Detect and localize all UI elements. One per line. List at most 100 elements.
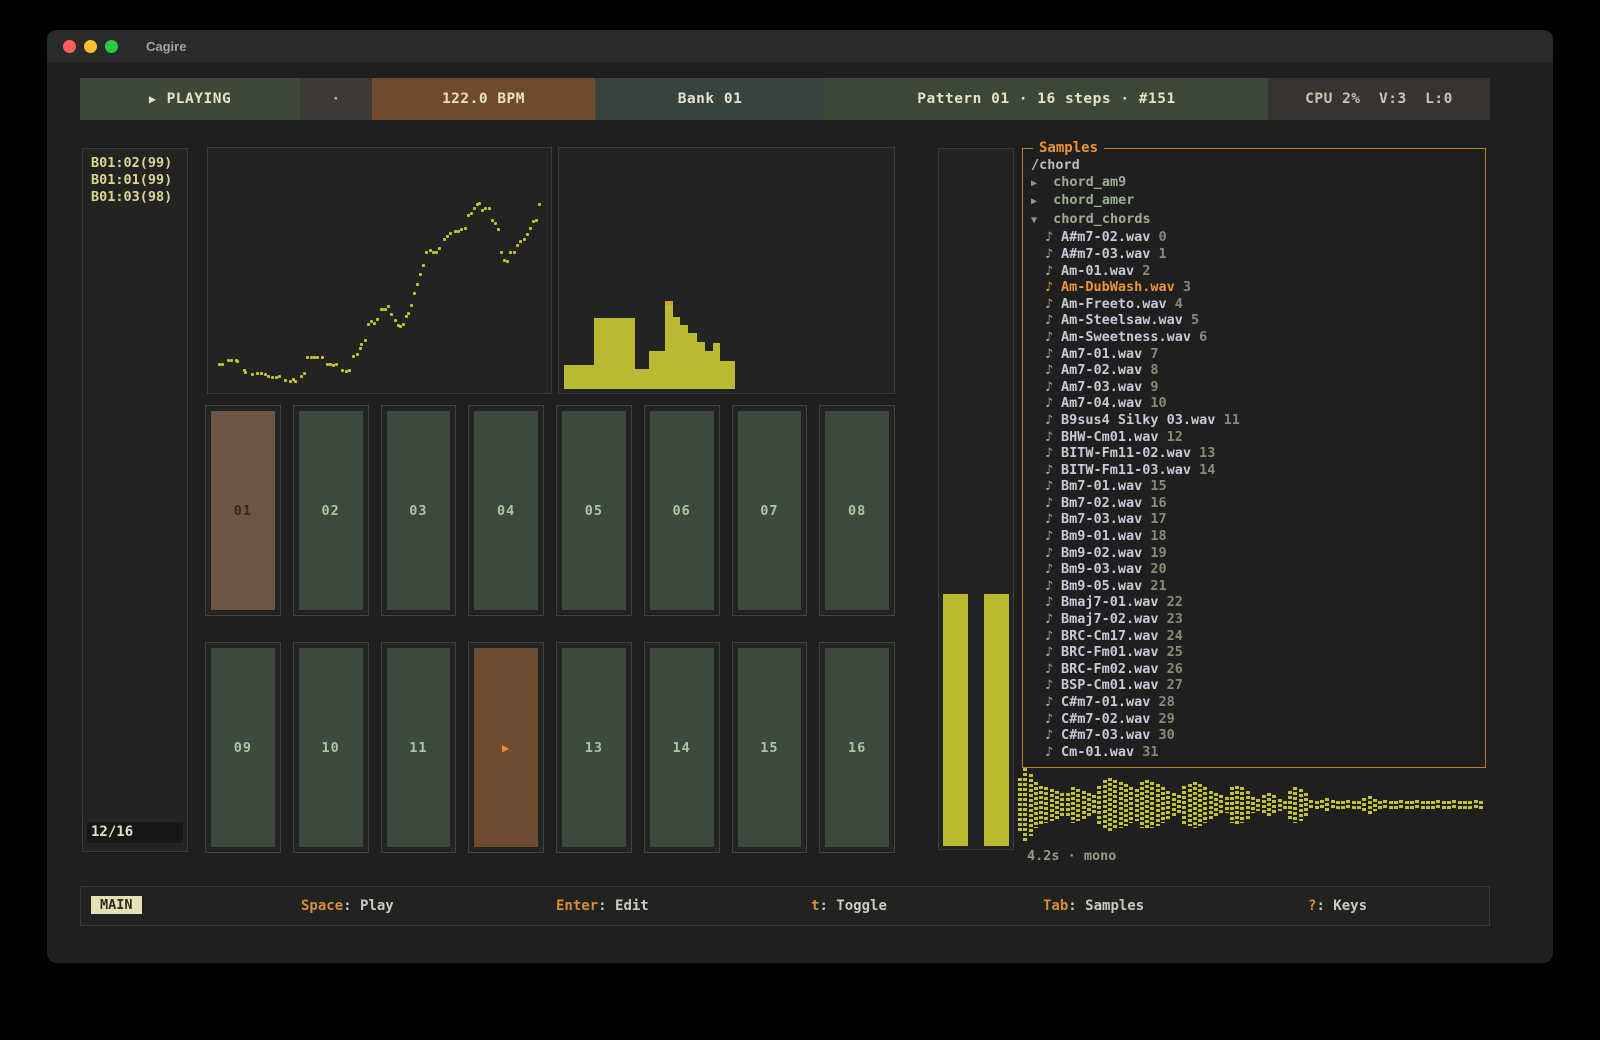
sample-file[interactable]: ♪Bmaj7-02.wav 23 xyxy=(1031,611,1485,628)
waveform-column xyxy=(1378,801,1382,809)
sample-list[interactable]: /chord▶ chord_am9▶ chord_amer▼ chord_cho… xyxy=(1023,149,1485,760)
sample-file[interactable]: ♪C#m7-02.wav 29 xyxy=(1031,711,1485,728)
pad-01[interactable]: 01 xyxy=(205,405,281,616)
sample-file[interactable]: ♪Am-Freeto.wav 4 xyxy=(1031,296,1485,313)
pad-12[interactable]: ▶ xyxy=(468,642,544,853)
voice-slot: B01:01(99) xyxy=(83,172,187,189)
pad-15[interactable]: 15 xyxy=(732,642,808,853)
sample-file[interactable]: ♪Bm7-02.wav 16 xyxy=(1031,495,1485,512)
pad-08[interactable]: 08 xyxy=(819,405,895,616)
sample-file[interactable]: ♪BSP-Cm01.wav 27 xyxy=(1031,677,1485,694)
sample-folder[interactable]: ▼ chord_chords xyxy=(1031,211,1485,230)
sample-file[interactable]: ♪Bm9-03.wav 20 xyxy=(1031,561,1485,578)
waveform-column xyxy=(1283,801,1287,809)
histogram-bars xyxy=(564,152,889,389)
zoom-window-icon[interactable] xyxy=(105,40,118,53)
sample-file[interactable]: ♪C#m7-03.wav 30 xyxy=(1031,727,1485,744)
sample-file[interactable]: ♪Bm9-02.wav 19 xyxy=(1031,545,1485,562)
file-index: 16 xyxy=(1150,495,1166,511)
pad-09[interactable]: 09 xyxy=(205,642,281,853)
file-name: C#m7-03.wav xyxy=(1061,727,1159,743)
waveform-column xyxy=(1256,799,1260,811)
sample-file[interactable]: ♪BRC-Fm01.wav 25 xyxy=(1031,644,1485,661)
waveform-column xyxy=(1044,787,1048,822)
sample-file[interactable]: ♪Bm7-03.wav 17 xyxy=(1031,511,1485,528)
sample-file[interactable]: ♪Am-01.wav 2 xyxy=(1031,263,1485,280)
waveform-column xyxy=(1426,801,1430,809)
file-index: 9 xyxy=(1150,379,1158,395)
sample-file[interactable]: ♪Am-Steelsaw.wav 5 xyxy=(1031,312,1485,329)
waveform-column xyxy=(1198,784,1202,827)
sample-file[interactable]: ♪B9sus4 Silky 03.wav 11 xyxy=(1031,412,1485,429)
pad-fill: 07 xyxy=(738,411,802,610)
sample-file[interactable]: ♪BHW-Cm01.wav 12 xyxy=(1031,429,1485,446)
pad-05[interactable]: 05 xyxy=(556,405,632,616)
bpm-display: 122.0 BPM xyxy=(372,78,595,120)
sample-file[interactable]: ♪BITW-Fm11-03.wav 14 xyxy=(1031,462,1485,479)
play-icon: ▶ xyxy=(149,92,157,106)
folder-collapsed-icon[interactable]: ▶ xyxy=(1031,194,1045,211)
music-note-icon: ♪ xyxy=(1045,445,1061,462)
file-name: BHW-Cm01.wav xyxy=(1061,429,1167,445)
pad-06[interactable]: 06 xyxy=(644,405,720,616)
pad-13[interactable]: 13 xyxy=(556,642,632,853)
waveform-column xyxy=(1267,793,1271,816)
close-window-icon[interactable] xyxy=(63,40,76,53)
folder-expanded-icon[interactable]: ▼ xyxy=(1031,213,1045,230)
scatter-point xyxy=(443,238,446,241)
file-name: A#m7-03.wav xyxy=(1061,246,1159,262)
scatter-point xyxy=(251,373,254,376)
sample-file[interactable]: ♪Bm9-05.wav 21 xyxy=(1031,578,1485,595)
sample-file[interactable]: ♪BRC-Cm17.wav 24 xyxy=(1031,628,1485,645)
music-note-icon: ♪ xyxy=(1045,429,1061,446)
pad-07[interactable]: 07 xyxy=(732,405,808,616)
file-index: 6 xyxy=(1199,329,1207,345)
sample-file[interactable]: ♪BRC-Fm02.wav 26 xyxy=(1031,661,1485,678)
music-note-icon: ♪ xyxy=(1045,578,1061,595)
scatter-point xyxy=(341,369,344,372)
sample-folder[interactable]: ▶ chord_amer xyxy=(1031,192,1485,211)
sample-file[interactable]: ♪Am7-04.wav 10 xyxy=(1031,395,1485,412)
pad-10[interactable]: 10 xyxy=(293,642,369,853)
sample-file[interactable]: ♪A#m7-02.wav 0 xyxy=(1031,229,1485,246)
waveform-column xyxy=(1219,795,1223,815)
pad-14[interactable]: 14 xyxy=(644,642,720,853)
pad-fill: 13 xyxy=(562,648,626,847)
sample-file[interactable]: ♪Cm-01.wav 31 xyxy=(1031,744,1485,761)
pad-16[interactable]: 16 xyxy=(819,642,895,853)
sample-file[interactable]: ♪Am7-03.wav 9 xyxy=(1031,379,1485,396)
scatter-point xyxy=(416,283,419,286)
sample-folder[interactable]: ▶ chord_am9 xyxy=(1031,174,1485,193)
app-window: Cagire ▶ PLAYING · 122.0 BPM Bank 01 Pat… xyxy=(47,30,1553,963)
sample-file[interactable]: ♪A#m7-03.wav 1 xyxy=(1031,246,1485,263)
sample-file[interactable]: ♪Am7-02.wav 8 xyxy=(1031,362,1485,379)
music-note-icon: ♪ xyxy=(1045,711,1061,728)
pad-02[interactable]: 02 xyxy=(293,405,369,616)
pad-03[interactable]: 03 xyxy=(381,405,457,616)
sample-file[interactable]: ♪Am7-01.wav 7 xyxy=(1031,346,1485,363)
music-note-icon: ♪ xyxy=(1045,229,1061,246)
waveform-column xyxy=(1108,778,1112,833)
sample-file[interactable]: ♪C#m7-01.wav 28 xyxy=(1031,694,1485,711)
pad-fill: 16 xyxy=(825,648,889,847)
waveform-column xyxy=(1087,793,1091,816)
file-index: 4 xyxy=(1175,296,1183,312)
waveform-column xyxy=(1161,787,1165,822)
sample-file[interactable]: ♪Am-DubWash.wav 3 xyxy=(1031,279,1485,296)
sample-file[interactable]: ♪Bm7-01.wav 15 xyxy=(1031,478,1485,495)
folder-collapsed-icon[interactable]: ▶ xyxy=(1031,176,1045,193)
scatter-point xyxy=(410,304,413,307)
sample-file[interactable]: ♪BITW-Fm11-02.wav 13 xyxy=(1031,445,1485,462)
sample-file[interactable]: ♪Bm9-01.wav 18 xyxy=(1031,528,1485,545)
waveform-column xyxy=(1436,800,1440,809)
histogram-bar xyxy=(635,369,650,389)
music-note-icon: ♪ xyxy=(1045,263,1061,280)
sample-file[interactable]: ♪Bmaj7-01.wav 22 xyxy=(1031,594,1485,611)
pad-04[interactable]: 04 xyxy=(468,405,544,616)
histogram-bar xyxy=(649,351,665,389)
pad-11[interactable]: 11 xyxy=(381,642,457,853)
shortcut-key: Enter xyxy=(556,898,598,914)
music-note-icon: ♪ xyxy=(1045,727,1061,744)
sample-file[interactable]: ♪Am-Sweetness.wav 6 xyxy=(1031,329,1485,346)
minimize-window-icon[interactable] xyxy=(84,40,97,53)
